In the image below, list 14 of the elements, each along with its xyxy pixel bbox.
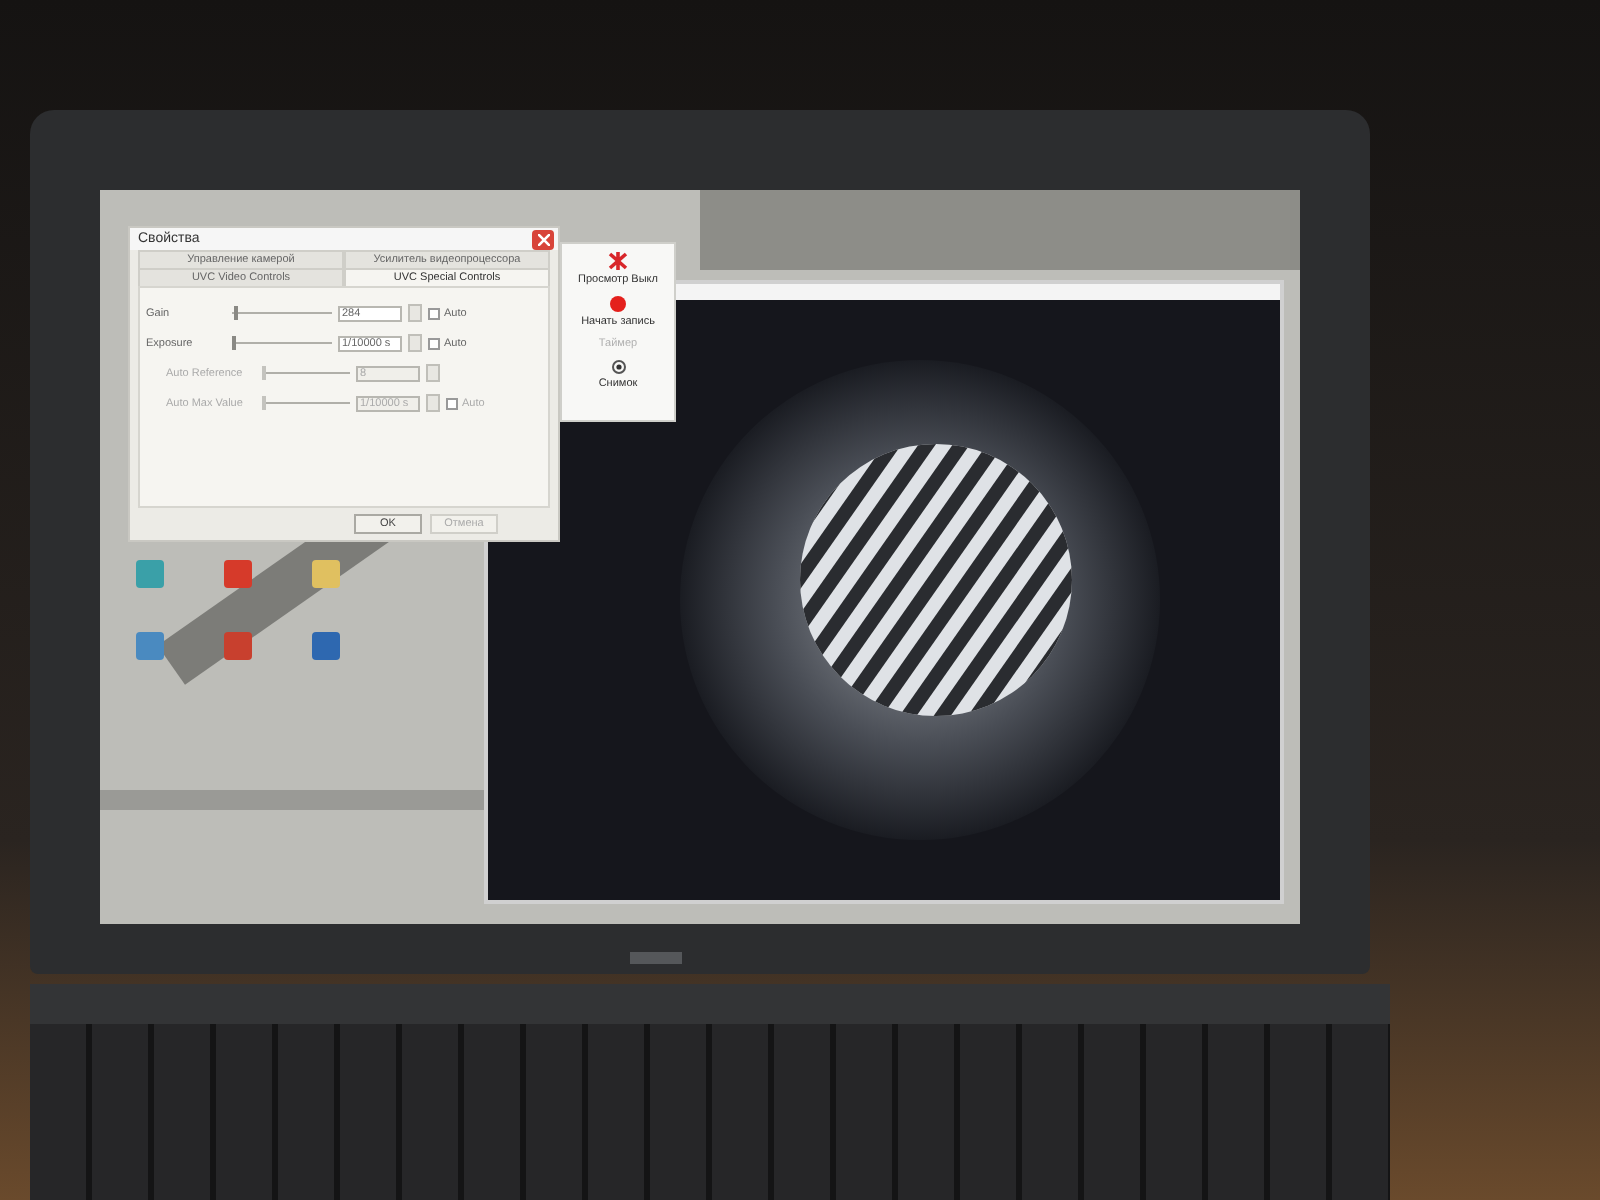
- brand-logo-plate: [630, 952, 682, 964]
- app-icon[interactable]: [224, 632, 252, 660]
- close-button[interactable]: [532, 229, 554, 249]
- close-icon: [537, 233, 549, 245]
- record-icon: [610, 296, 626, 312]
- app-icon[interactable]: [224, 560, 252, 588]
- snapshot-icon: [611, 360, 625, 374]
- auto-checkbox[interactable]: [428, 337, 440, 349]
- cross-icon: [608, 252, 628, 270]
- auto-checkbox[interactable]: [428, 307, 440, 319]
- app-icon[interactable]: [312, 632, 340, 660]
- app-icon[interactable]: [312, 560, 340, 588]
- app-icon[interactable]: [136, 632, 164, 660]
- app-icon[interactable]: [136, 560, 164, 588]
